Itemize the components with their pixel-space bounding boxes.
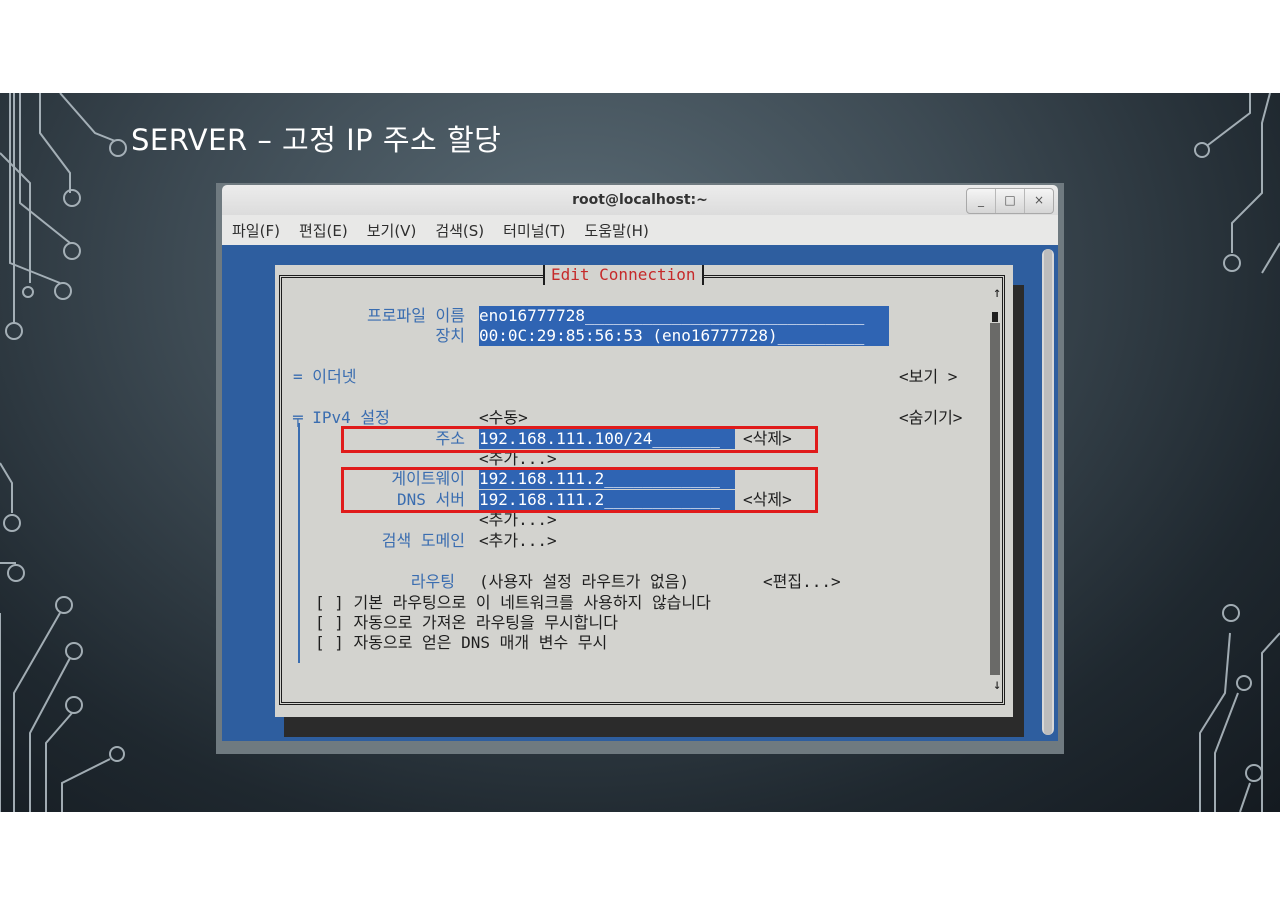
routing-edit-button[interactable]: <편집...>	[763, 572, 841, 592]
gateway-dns-highlight-box	[341, 467, 818, 513]
edit-connection-dialog: Edit Connection ↑ ↓ 프로파일 이름 eno16777728_…	[275, 265, 1013, 717]
minimize-button[interactable]: _	[967, 189, 996, 213]
search-domain-label: 검색 도메인	[381, 531, 465, 550]
menu-help[interactable]: 도움말(H)	[574, 220, 657, 241]
checkbox-label: 기본 라우팅으로 이 네트워크를 사용하지 않습니다	[353, 593, 711, 612]
terminal-area[interactable]: Edit Connection ↑ ↓ 프로파일 이름 eno16777728_…	[222, 245, 1058, 741]
checkbox-box[interactable]: [ ]	[315, 593, 344, 612]
slide-background: SERVER – 고정 IP 주소 할당 root@localhost:~ _ …	[0, 93, 1280, 812]
terminal-scrollbar[interactable]	[1042, 249, 1054, 735]
menu-search[interactable]: 검색(S)	[425, 220, 493, 241]
profile-name-label: 프로파일 이름	[367, 306, 465, 325]
close-button[interactable]: ×	[1025, 189, 1053, 213]
checkbox-ignore-auto-routes[interactable]: [ ] 자동으로 가져온 라우팅을 무시합니다	[315, 613, 618, 633]
menu-terminal[interactable]: 터미널(T)	[493, 220, 574, 241]
device-label: 장치	[435, 326, 465, 345]
window-controls: _ □ ×	[966, 188, 1054, 214]
routing-label: 라우팅	[410, 572, 455, 591]
dialog-scroll-track[interactable]	[990, 323, 1000, 675]
terminal-window: root@localhost:~ _ □ × 파일(F) 편집(E) 보기(V)…	[216, 183, 1064, 754]
ipv4-section-label: ╤ IPv4 설정	[293, 408, 390, 427]
routing-value: (사용자 설정 라우트가 없음)	[479, 572, 690, 591]
search-domain-add-button[interactable]: <추가...>	[479, 531, 557, 551]
slide-title: SERVER – 고정 IP 주소 할당	[131, 123, 502, 157]
ipv4-section-line	[298, 423, 300, 663]
menu-file[interactable]: 파일(F)	[222, 220, 289, 241]
window-titlebar[interactable]: root@localhost:~ _ □ ×	[222, 185, 1058, 215]
dialog-scroll-thumb[interactable]	[992, 312, 998, 322]
checkbox-ignore-auto-dns[interactable]: [ ] 자동으로 얻은 DNS 매개 변수 무시	[315, 633, 607, 653]
window-title: root@localhost:~	[572, 192, 708, 208]
checkbox-never-default[interactable]: [ ] 기본 라우팅으로 이 네트워크를 사용하지 않습니다	[315, 593, 711, 613]
scroll-up-icon[interactable]: ↑	[993, 285, 1001, 301]
dns-add-button[interactable]: <추가...>	[479, 510, 557, 530]
scroll-down-icon[interactable]: ↓	[993, 677, 1001, 693]
ethernet-show-button[interactable]: <보기 >	[899, 367, 957, 387]
ethernet-section-label: = 이더넷	[293, 367, 357, 386]
ipv4-mode-select[interactable]: <수동>	[479, 408, 528, 428]
checkbox-box[interactable]: [ ]	[315, 613, 344, 632]
device-input[interactable]: 00:0C:29:85:56:53 (eno16777728)_________	[479, 326, 889, 346]
menu-edit[interactable]: 편집(E)	[289, 220, 357, 241]
dialog-title: Edit Connection	[551, 265, 696, 284]
address-highlight-box	[341, 426, 818, 453]
dialog-title-frame: Edit Connection	[543, 265, 704, 285]
checkbox-box[interactable]: [ ]	[315, 633, 344, 652]
profile-name-input[interactable]: eno16777728_____________________________	[479, 306, 889, 326]
checkbox-label: 자동으로 얻은 DNS 매개 변수 무시	[353, 633, 608, 652]
menu-bar: 파일(F) 편집(E) 보기(V) 검색(S) 터미널(T) 도움말(H)	[222, 215, 1058, 245]
menu-view[interactable]: 보기(V)	[357, 220, 426, 241]
terminal-scroll-thumb[interactable]	[1044, 249, 1052, 735]
maximize-button[interactable]: □	[996, 189, 1025, 213]
ipv4-hide-button[interactable]: <숨기기>	[899, 408, 962, 428]
checkbox-label: 자동으로 가져온 라우팅을 무시합니다	[353, 613, 618, 632]
